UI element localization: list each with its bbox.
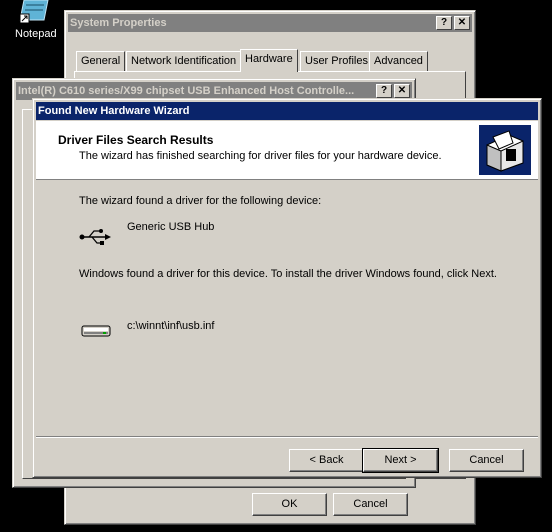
back-button[interactable]: < Back xyxy=(289,449,364,472)
cancel-button[interactable]: Cancel xyxy=(449,449,524,472)
wizard-title: Found New Hardware Wizard xyxy=(38,105,190,117)
next-button[interactable]: Next > xyxy=(362,448,439,473)
wizard-separator xyxy=(36,436,538,438)
tab-user-profiles[interactable]: User Profiles xyxy=(300,51,373,71)
driver-path: c:\winnt\inf\usb.inf xyxy=(127,320,215,332)
wizard-window: Found New Hardware Wizard Driver Files S… xyxy=(32,98,542,478)
wizard-titlebar[interactable]: Found New Hardware Wizard xyxy=(36,102,538,120)
ok-button[interactable]: OK xyxy=(252,493,327,516)
system-properties-title: System Properties xyxy=(70,17,167,29)
tab-network-identification[interactable]: Network Identification xyxy=(126,51,242,71)
header-subtitle: The wizard has finished searching for dr… xyxy=(79,150,442,162)
found-text: The wizard found a driver for the follow… xyxy=(79,195,322,207)
install-text: Windows found a driver for this device. … xyxy=(79,268,497,280)
tab-advanced[interactable]: Advanced xyxy=(369,51,428,71)
notepad-desktop-icon[interactable]: Notepad xyxy=(0,0,72,44)
system-properties-titlebar[interactable]: System Properties ? ✕ xyxy=(68,14,472,32)
cancel-button[interactable]: Cancel xyxy=(333,493,408,516)
notepad-label: Notepad xyxy=(15,28,57,40)
close-button[interactable]: ✕ xyxy=(394,84,410,98)
notepad-icon xyxy=(19,0,49,24)
hardware-wizard-icon xyxy=(479,125,531,175)
header-title: Driver Files Search Results xyxy=(58,133,214,147)
help-button[interactable]: ? xyxy=(436,16,452,30)
close-button[interactable]: ✕ xyxy=(454,16,470,30)
tab-general[interactable]: General xyxy=(76,51,126,71)
wizard-header: Driver Files Search Results The wizard h… xyxy=(36,121,538,180)
help-button[interactable]: ? xyxy=(376,84,392,98)
device-name: Generic USB Hub xyxy=(127,221,215,233)
usb-icon xyxy=(79,229,111,245)
driver-file-icon xyxy=(81,325,111,337)
tab-hardware[interactable]: Hardware xyxy=(240,49,298,72)
